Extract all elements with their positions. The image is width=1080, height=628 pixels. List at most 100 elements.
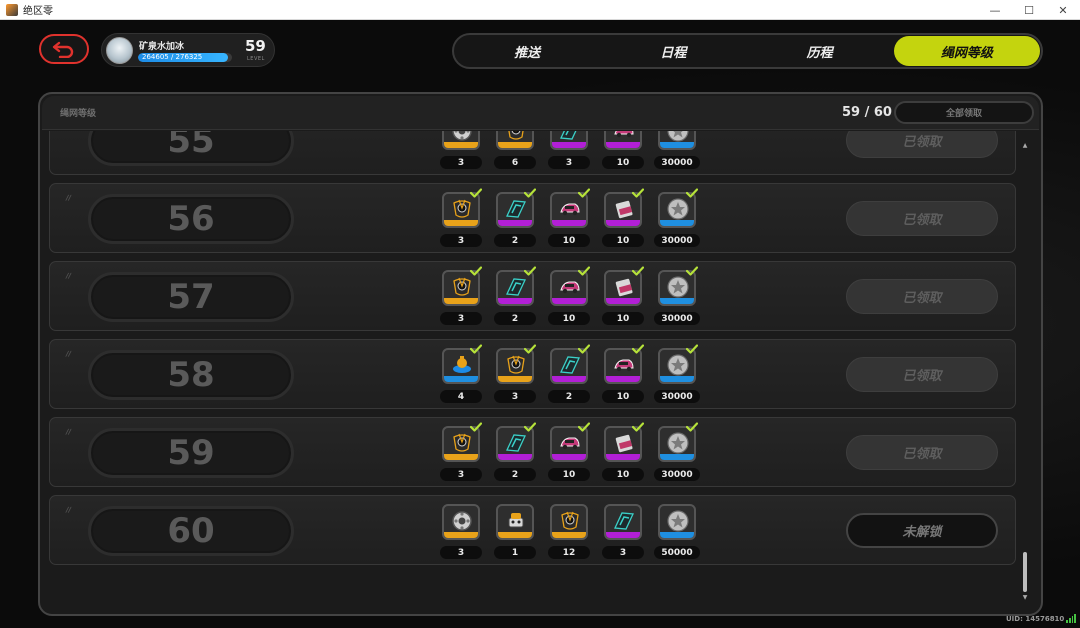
back-button[interactable] <box>39 34 89 64</box>
reward-item[interactable]: 10 <box>602 340 644 410</box>
panel-title: 绳网等级 <box>60 109 97 119</box>
reward-item[interactable]: 10 <box>548 418 590 488</box>
reward-count: 2 <box>494 312 536 325</box>
reward-item[interactable]: 2 <box>494 418 536 488</box>
rarity-band <box>444 376 478 382</box>
energy-icon <box>506 278 526 296</box>
scrollbar-thumb[interactable] <box>1023 552 1027 592</box>
reward-item[interactable]: 30000 <box>654 131 700 176</box>
reward-item[interactable]: 10 <box>548 262 590 332</box>
close-button[interactable]: ✕ <box>1046 0 1080 20</box>
rarity-band <box>444 142 478 148</box>
drive-disc-icon <box>453 277 471 296</box>
rarity-band <box>606 376 640 382</box>
reward-item[interactable]: 3 <box>440 262 482 332</box>
reward-item[interactable]: 10 <box>602 131 644 176</box>
drive-disc-icon <box>453 199 471 218</box>
reward-item[interactable]: 30000 <box>654 262 700 332</box>
energy-icon <box>560 356 580 374</box>
claimed-check-icon <box>686 266 698 276</box>
reward-count: 3 <box>440 156 482 169</box>
reward-count: 2 <box>548 390 590 403</box>
reward-item[interactable]: 10 <box>602 184 644 254</box>
claimed-check-icon <box>632 422 644 432</box>
reward-count: 3 <box>602 546 644 559</box>
reward-item[interactable]: 50000 <box>654 496 700 566</box>
card-icon <box>615 434 633 453</box>
energy-icon <box>506 200 526 218</box>
reward-count: 2 <box>494 234 536 247</box>
rarity-band <box>444 298 478 304</box>
claimed-check-icon <box>686 344 698 354</box>
reward-count: 30000 <box>654 234 700 247</box>
reward-item[interactable]: 2 <box>494 184 536 254</box>
xp-text: 264605 / 276325 <box>142 53 203 61</box>
reward-item[interactable]: 3 <box>494 340 536 410</box>
player-name: 矿泉水加冰 <box>139 42 185 52</box>
bangboo-icon <box>453 356 471 373</box>
reward-item[interactable]: 3 <box>548 131 590 176</box>
level-badge: 57 <box>88 272 294 322</box>
tab-inter-knot-level[interactable]: 绳网等级 <box>893 36 1040 66</box>
reward-item[interactable]: 12 <box>548 496 590 566</box>
tab-push[interactable]: 推送 <box>454 35 600 67</box>
level-badge: 56 <box>88 194 294 244</box>
reward-item[interactable]: 30000 <box>654 184 700 254</box>
claimed-button[interactable]: 已领取 <box>846 131 998 158</box>
rarity-band <box>660 142 694 148</box>
reward-item[interactable]: 1 <box>494 496 536 566</box>
rarity-band <box>498 376 532 382</box>
level-badge: 55 <box>88 131 294 166</box>
reward-item[interactable]: 3 <box>440 418 482 488</box>
claimed-button[interactable]: 已领取 <box>846 435 998 470</box>
reward-item[interactable]: 2 <box>548 340 590 410</box>
claim-all-button[interactable]: 全部领取 <box>894 101 1034 124</box>
drive-disc-icon <box>561 511 579 530</box>
tab-journey[interactable]: 历程 <box>747 35 893 67</box>
reward-count: 10 <box>602 468 644 481</box>
claimed-check-icon <box>578 266 590 276</box>
row-tag: ∕∕ <box>66 428 72 436</box>
reward-count: 30000 <box>654 468 700 481</box>
reward-count: 4 <box>440 390 482 403</box>
reward-icon-frame <box>442 504 480 540</box>
panel-header: 绳网等级 59 / 60 全部领取 <box>42 96 1039 130</box>
rarity-band <box>498 532 532 538</box>
claimed-check-icon <box>632 344 644 354</box>
rarity-band <box>552 220 586 226</box>
claimed-check-icon <box>470 188 482 198</box>
reward-item[interactable]: 30000 <box>654 418 700 488</box>
reward-item[interactable]: 10 <box>602 262 644 332</box>
rarity-band <box>498 298 532 304</box>
player-profile[interactable]: 矿泉水加冰 264605 / 276325 59 LEVEL <box>101 33 275 67</box>
scroll-down-icon[interactable]: ▼ <box>1022 594 1028 602</box>
level-number: 58 <box>167 355 215 395</box>
reward-item[interactable]: 3 <box>440 131 482 176</box>
reward-item[interactable]: 10 <box>602 418 644 488</box>
reward-items: 3 2 10 10 30000 <box>440 262 700 332</box>
reward-item[interactable]: 3 <box>602 496 644 566</box>
claimed-button[interactable]: 已领取 <box>846 279 998 314</box>
coin-icon <box>667 354 689 376</box>
reward-item[interactable]: 30000 <box>654 340 700 410</box>
tab-schedule[interactable]: 日程 <box>600 35 746 67</box>
reward-item[interactable]: 2 <box>494 262 536 332</box>
claimed-button[interactable]: 已领取 <box>846 201 998 236</box>
reward-count: 3 <box>440 468 482 481</box>
reward-item[interactable]: 4 <box>440 340 482 410</box>
reward-list[interactable]: ∕∕553631030000已领取∕∕5632101030000已领取∕∕573… <box>49 131 1016 607</box>
claimed-button[interactable]: 已领取 <box>846 357 998 392</box>
reward-item[interactable]: 3 <box>440 184 482 254</box>
minimize-button[interactable]: — <box>978 0 1012 20</box>
scroll-up-icon[interactable]: ▲ <box>1022 142 1028 150</box>
reward-item[interactable]: 6 <box>494 131 536 176</box>
reward-count: 10 <box>602 390 644 403</box>
scrollbar[interactable]: ▲ ▼ <box>1022 142 1028 602</box>
reward-item[interactable]: 3 <box>440 496 482 566</box>
reward-item[interactable]: 10 <box>548 184 590 254</box>
locked-button[interactable]: 未解锁 <box>846 513 998 548</box>
maximize-button[interactable]: ☐ <box>1012 0 1046 20</box>
reward-count: 3 <box>494 390 536 403</box>
reward-count: 12 <box>548 546 590 559</box>
rarity-band <box>552 454 586 460</box>
